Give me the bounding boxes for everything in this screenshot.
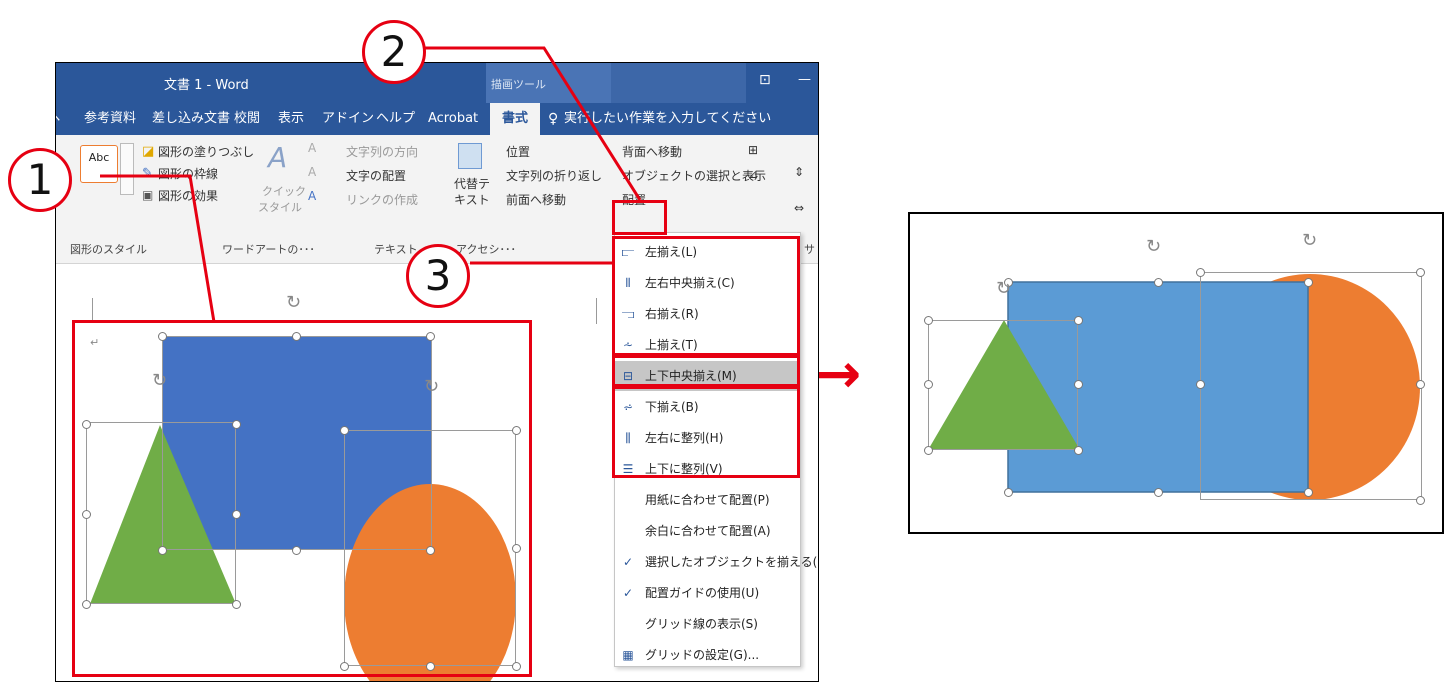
circle-selection-aligned <box>1200 272 1422 500</box>
resize-handle[interactable] <box>1154 278 1163 287</box>
resize-handle[interactable] <box>1416 380 1425 389</box>
resize-handle[interactable] <box>1074 316 1083 325</box>
resize-handle[interactable] <box>924 446 933 455</box>
result-panel: ↻ ↻ ↻ <box>908 212 1444 534</box>
resize-handle[interactable] <box>924 316 933 325</box>
rotate-handle-icon[interactable]: ↻ <box>1146 236 1161 257</box>
resize-handle[interactable] <box>1304 488 1313 497</box>
triangle-selection-aligned <box>928 320 1078 450</box>
callout-3: 3 <box>406 244 470 308</box>
result-arrow: → <box>816 342 862 405</box>
rotate-handle-icon[interactable]: ↻ <box>1302 230 1317 251</box>
resize-handle[interactable] <box>1416 496 1425 505</box>
resize-handle[interactable] <box>1074 380 1083 389</box>
resize-handle[interactable] <box>924 380 933 389</box>
resize-handle[interactable] <box>1004 488 1013 497</box>
callout-2: 2 <box>362 20 426 84</box>
rotate-handle-icon[interactable]: ↻ <box>996 278 1011 299</box>
resize-handle[interactable] <box>1074 446 1083 455</box>
callout-1: 1 <box>8 148 72 212</box>
resize-handle[interactable] <box>1416 268 1425 277</box>
resize-handle[interactable] <box>1304 278 1313 287</box>
resize-handle[interactable] <box>1196 268 1205 277</box>
resize-handle[interactable] <box>1196 380 1205 389</box>
resize-handle[interactable] <box>1154 488 1163 497</box>
